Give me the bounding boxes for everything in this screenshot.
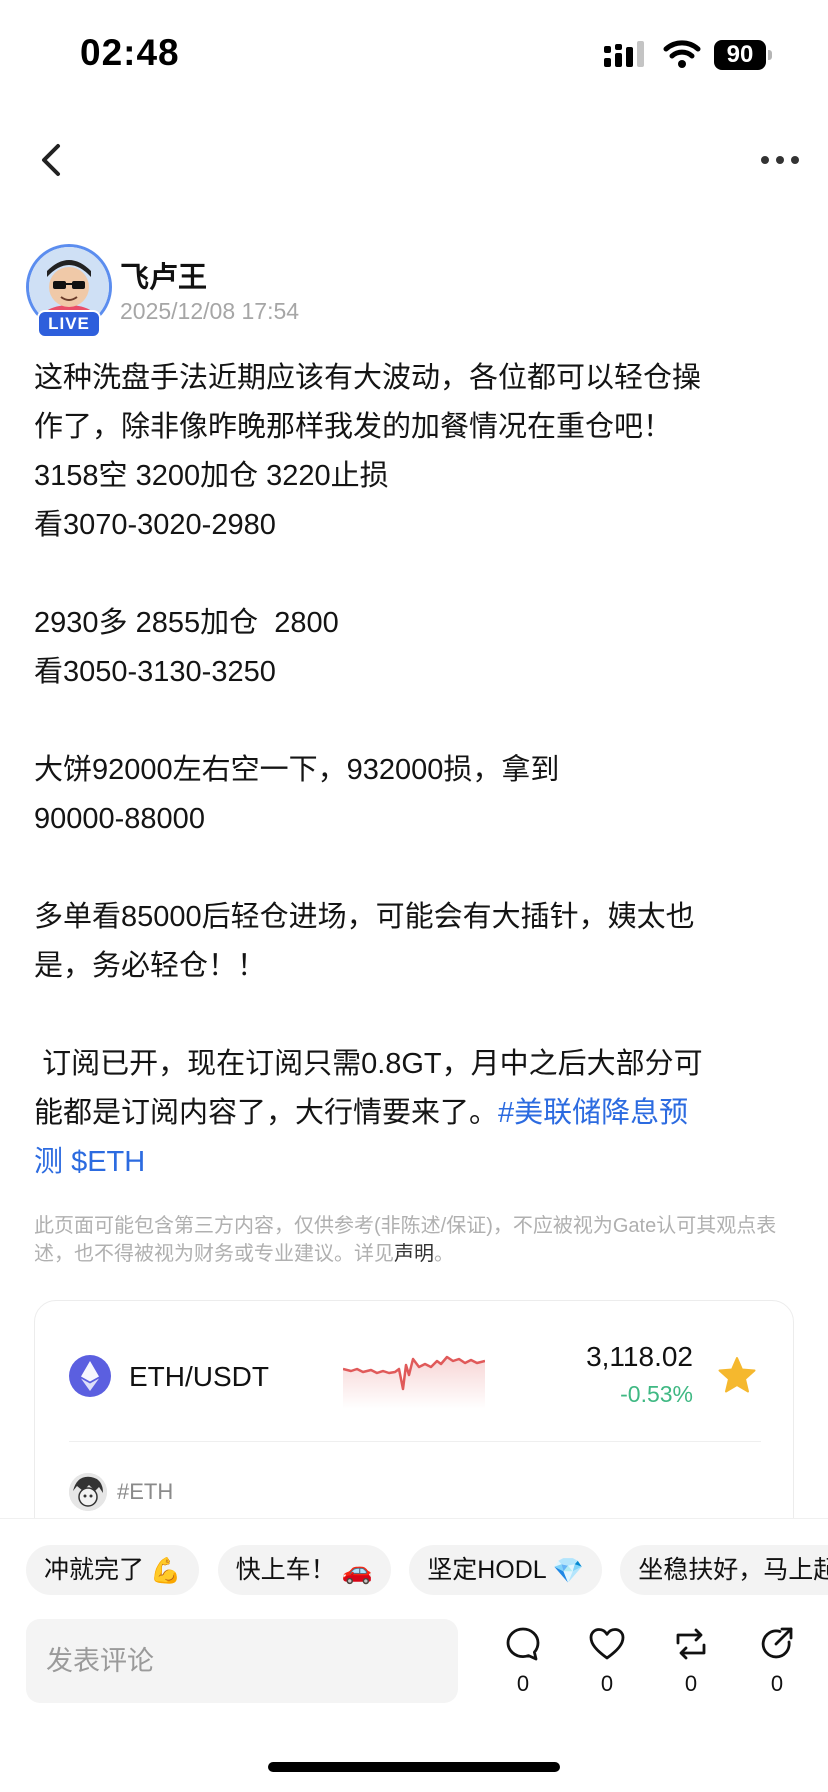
quick-reply-bar: 冲就完了💪 快上车！🚗 坚定HODL💎 坐稳扶好，马上起飞 (26, 1545, 828, 1597)
comment-count: 0 (516, 1671, 530, 1696)
like-button[interactable]: 0 (582, 1625, 632, 1697)
chip-label: 快上车！ (235, 1556, 336, 1584)
post-line: 是，务必轻仓！！ (34, 950, 267, 982)
share-count: 0 (770, 1671, 784, 1696)
post-line: 看3050-3130-3250 (34, 656, 276, 688)
status-time: 02:48 (80, 32, 180, 73)
repost-icon (676, 1628, 706, 1660)
post-line: 看3070-3020-2980 (34, 509, 276, 541)
chip-label: 坚定HODL (427, 1556, 547, 1584)
pair-name: ETH/USDT (129, 1361, 269, 1392)
repost-button[interactable]: 0 (666, 1625, 716, 1697)
cashtag-link[interactable]: $ETH (71, 1146, 145, 1178)
tag-avatar-image (69, 1473, 107, 1511)
author-name[interactable]: 飞卢王 (120, 254, 207, 296)
chip-label: 冲就完了 (44, 1556, 145, 1584)
tag-label[interactable]: #ETH (117, 1479, 173, 1505)
post-line: 大饼92000左右空一下，932000损，拿到 (34, 754, 560, 786)
price-sparkline (343, 1355, 485, 1409)
battery-icon: 90 (714, 40, 772, 70)
comment-input[interactable]: 发表评论 (26, 1619, 458, 1703)
post-line (34, 697, 794, 746)
card-divider (69, 1441, 761, 1442)
post-line: 90000-88000 (34, 803, 205, 835)
post-line (34, 844, 794, 893)
live-badge: LIVE (37, 310, 101, 338)
home-indicator (268, 1762, 560, 1772)
car-icon: 🚗 (341, 1557, 373, 1586)
tag-avatar (69, 1473, 107, 1511)
post-line: 测 $ETH (34, 1138, 794, 1187)
hashtag-link[interactable]: #美联储降息预 (498, 1097, 688, 1129)
quick-reply-chip[interactable]: 冲就完了 💪 (26, 1545, 200, 1595)
flexed-bicep-icon: 💪 (150, 1557, 182, 1586)
post-line: 2930多 2855加仓 2800 (34, 607, 339, 639)
post-line: 订阅已开，现在订阅只需0.8GT，月中之后大部分可 (34, 1048, 703, 1080)
pair-change: -0.53% (620, 1381, 693, 1407)
post-line (34, 550, 794, 599)
status-bar: 02:48 90 (0, 0, 828, 110)
eth-logo-icon (69, 1355, 111, 1397)
post-line-text: 能都是订阅内容了，大行情要来了。 (34, 1097, 499, 1129)
pair-price: 3,118.02 (586, 1341, 693, 1372)
comment-button[interactable]: 0 (498, 1625, 548, 1697)
bottom-panel: 冲就完了💪 快上车！🚗 坚定HODL💎 坐稳扶好，马上起飞 发表评论 0 0 0 (0, 1518, 828, 1792)
signal-icon (604, 41, 644, 67)
more-horizontal-icon[interactable] (760, 150, 800, 170)
gem-icon: 💎 (552, 1557, 584, 1586)
wifi-icon (663, 40, 701, 68)
repost-count: 0 (684, 1671, 698, 1696)
disclaimer-end: 。 (434, 1243, 454, 1265)
quick-reply-chip[interactable]: 坐稳扶好，马上起飞 (620, 1545, 828, 1595)
post-line: 这种洗盘手法近期应该有大波动，各位都可以轻仓操 (34, 362, 702, 394)
post-line: 能都是订阅内容了，大行情要来了。#美联储降息预 (34, 1089, 794, 1138)
post-line: 3158空 3200加仓 3220止损 (34, 460, 389, 492)
battery-cap (768, 50, 772, 60)
like-count: 0 (600, 1671, 614, 1696)
hashtag-link-continued[interactable]: 测 (34, 1146, 63, 1178)
post-line: 作了，除非像昨晚那样我发的加餐情况在重仓吧！ (34, 411, 673, 443)
post-content: 这种洗盘手法近期应该有大波动，各位都可以轻仓操 作了，除非像昨晚那样我发的加餐情… (34, 354, 794, 1187)
comment-icon (506, 1627, 540, 1661)
share-button[interactable]: 0 (752, 1625, 802, 1697)
battery-level: 90 (714, 40, 766, 70)
author-avatar-container[interactable]: LIVE (26, 244, 112, 340)
disclaimer-link[interactable]: 声明 (394, 1243, 434, 1265)
chevron-left-icon[interactable] (34, 138, 68, 182)
quick-reply-chip[interactable]: 快上车！ 🚗 (217, 1545, 391, 1595)
post-line (34, 991, 794, 1040)
share-icon (761, 1627, 793, 1659)
chip-label: 坐稳扶好，马上起飞 (638, 1556, 828, 1584)
post-line: 多单看85000后轻仓进场，可能会有大插针，姨太也 (34, 901, 695, 933)
disclaimer: 此页面可能包含第三方内容，仅供参考(非陈述/保证)，不应被视为Gate认可其观点… (34, 1212, 794, 1268)
post-date: 2025/12/08 17:54 (120, 298, 300, 324)
star-icon[interactable] (717, 1355, 757, 1395)
quick-reply-chip[interactable]: 坚定HODL 💎 (409, 1545, 602, 1595)
heart-icon (589, 1628, 625, 1660)
